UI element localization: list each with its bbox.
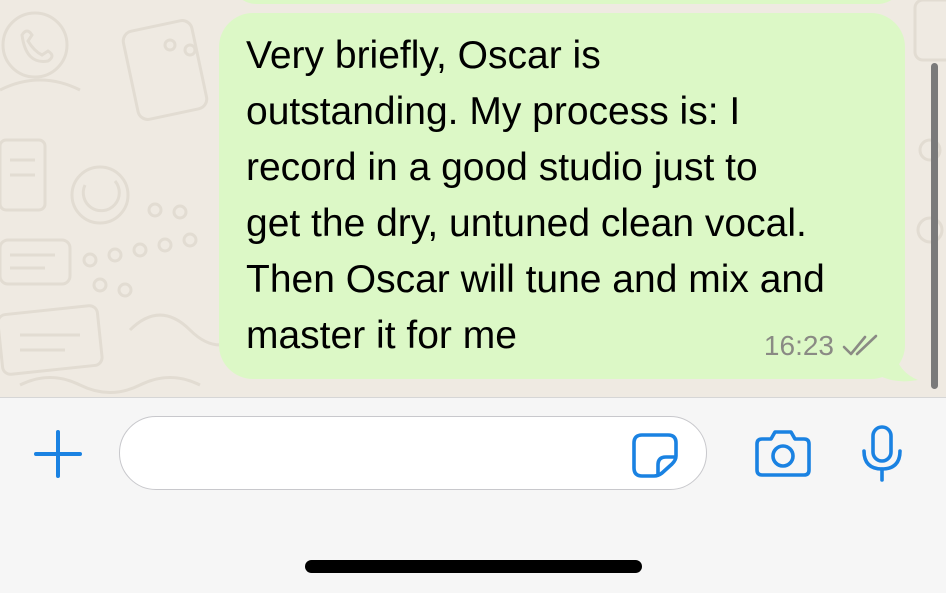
double-check-icon: [842, 333, 880, 359]
chat-scrollbar[interactable]: [931, 63, 938, 389]
sticker-icon: [632, 433, 678, 478]
message-text: Very briefly, Oscar is outstanding. My p…: [246, 34, 825, 357]
message-meta: 16:23: [764, 330, 880, 362]
chat-area[interactable]: Very briefly, Oscar is outstanding. My p…: [0, 0, 946, 397]
message-input[interactable]: [119, 416, 707, 490]
sticker-button[interactable]: [630, 432, 680, 478]
previous-message-bubble[interactable]: [232, 0, 902, 4]
camera-button[interactable]: [754, 428, 812, 478]
microphone-icon: [862, 425, 902, 482]
chat-screen: Very briefly, Oscar is outstanding. My p…: [0, 0, 946, 593]
plus-icon: [34, 430, 82, 478]
message-input-bar: [0, 397, 946, 593]
message-time: 16:23: [763, 330, 834, 361]
camera-icon: [755, 430, 811, 477]
attach-button[interactable]: [32, 428, 84, 480]
home-indicator[interactable]: [305, 560, 642, 573]
microphone-button[interactable]: [858, 424, 906, 484]
